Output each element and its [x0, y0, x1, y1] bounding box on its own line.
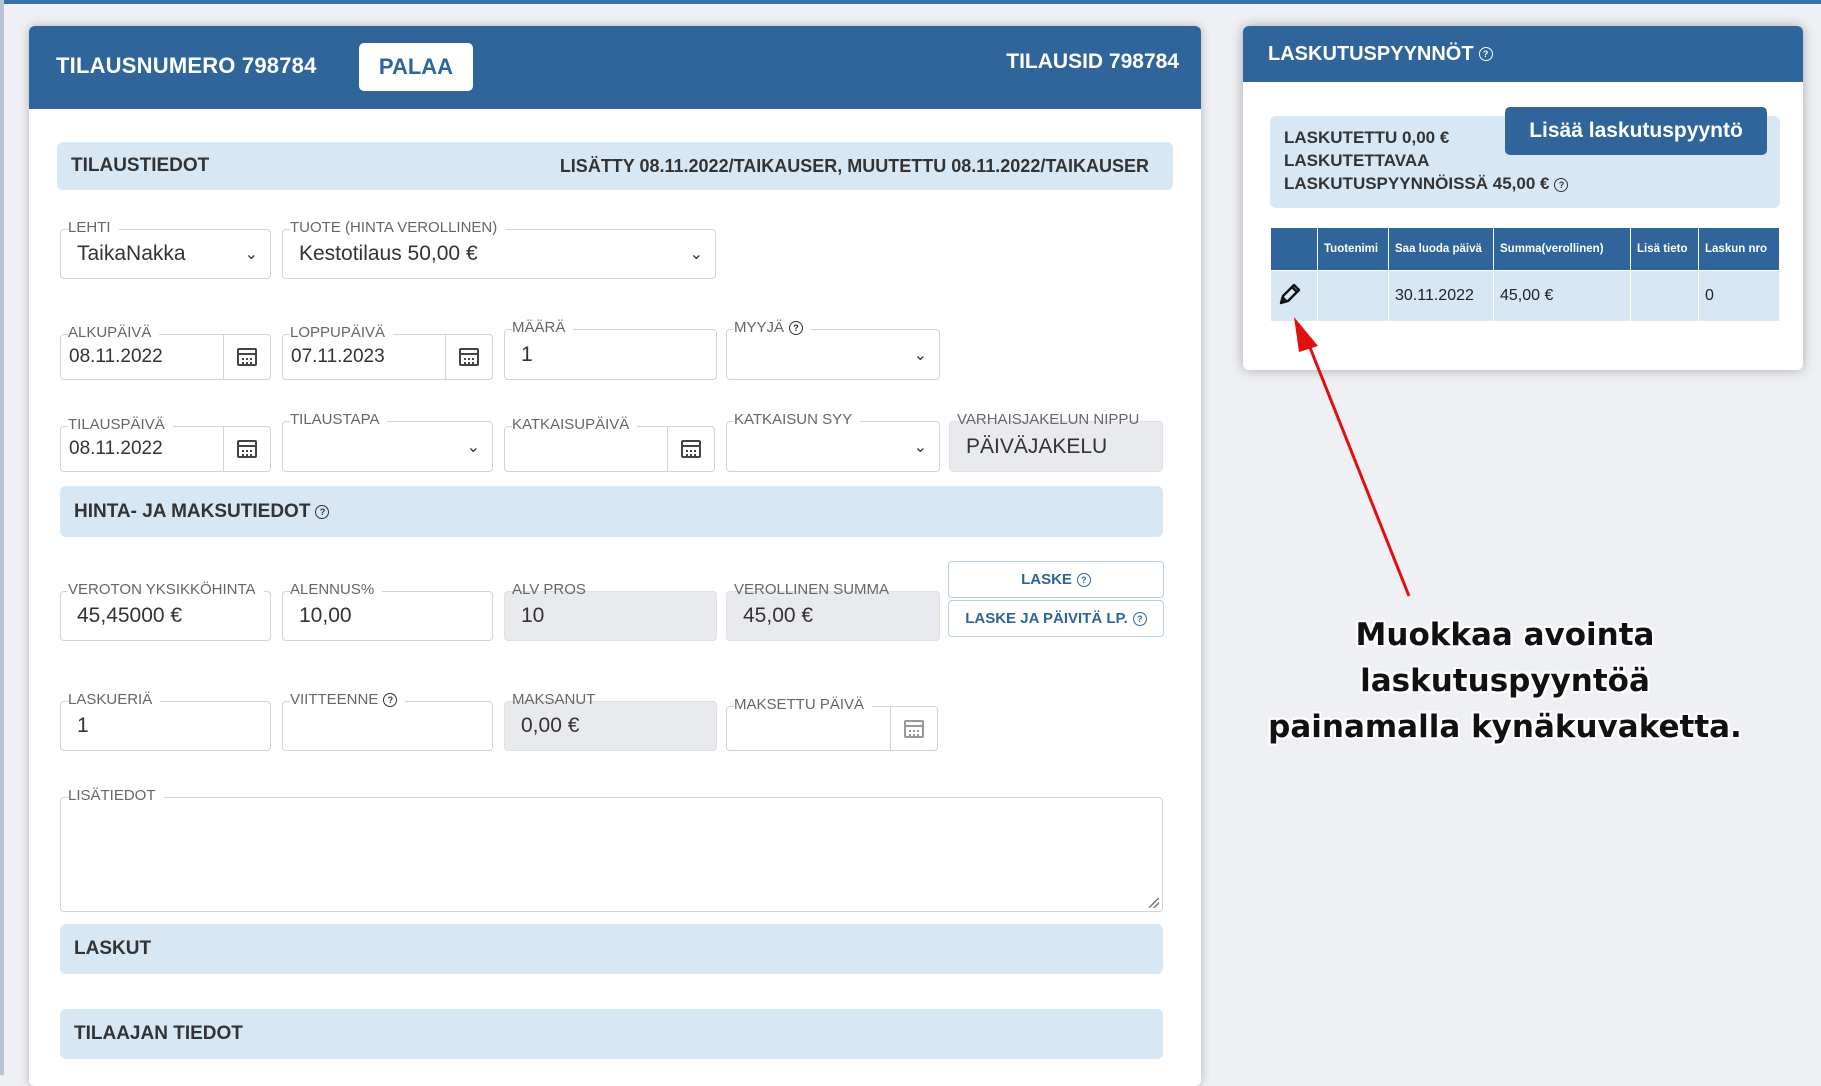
- field-label: LASKUERIÄ: [68, 691, 161, 708]
- field-label: ALKUPÄIVÄ: [68, 324, 160, 341]
- help-icon[interactable]: ?: [383, 693, 398, 708]
- annotation-line: Muokkaa avointa laskutuspyyntöä: [1355, 617, 1655, 699]
- annotation-arrow: [1294, 317, 1411, 597]
- field-label: MYYJÄ?: [734, 319, 812, 336]
- field-label: LOPPUPÄIVÄ: [290, 324, 394, 341]
- help-icon[interactable]: ?: [789, 321, 804, 336]
- field-label: VARHAISJAKELUN NIPPU: [957, 411, 1140, 428]
- field-label: MÄÄRÄ: [512, 319, 574, 336]
- field-label: TILAUSPÄIVÄ: [68, 416, 173, 433]
- field-label: TUOTE (HINTA VEROLLINEN): [290, 219, 506, 236]
- field-label: LISÄTIEDOT: [68, 787, 164, 804]
- field-label: ALENNUS%: [290, 581, 383, 598]
- field-label: VIITTEENNE?: [290, 691, 406, 708]
- field-label: TILAUSTAPA: [290, 411, 388, 428]
- annotation-text: Muokkaa avointa laskutuspyyntöä painamal…: [1225, 612, 1785, 750]
- annotation-line: painamalla kynäkuvaketta.: [1268, 709, 1742, 745]
- field-label: ALV PROS: [512, 581, 586, 598]
- field-label: VEROLLINEN SUMMA: [734, 581, 890, 598]
- field-label: MAKSANUT: [512, 691, 596, 708]
- field-label: MAKSETTU PÄIVÄ: [734, 696, 873, 713]
- field-label: KATKAISUPÄIVÄ: [512, 416, 638, 433]
- field-label: VEROTON YKSIKKÖHINTA: [68, 581, 264, 598]
- field-label: LEHTI: [68, 219, 119, 236]
- field-label: KATKAISUN SYY: [734, 411, 861, 428]
